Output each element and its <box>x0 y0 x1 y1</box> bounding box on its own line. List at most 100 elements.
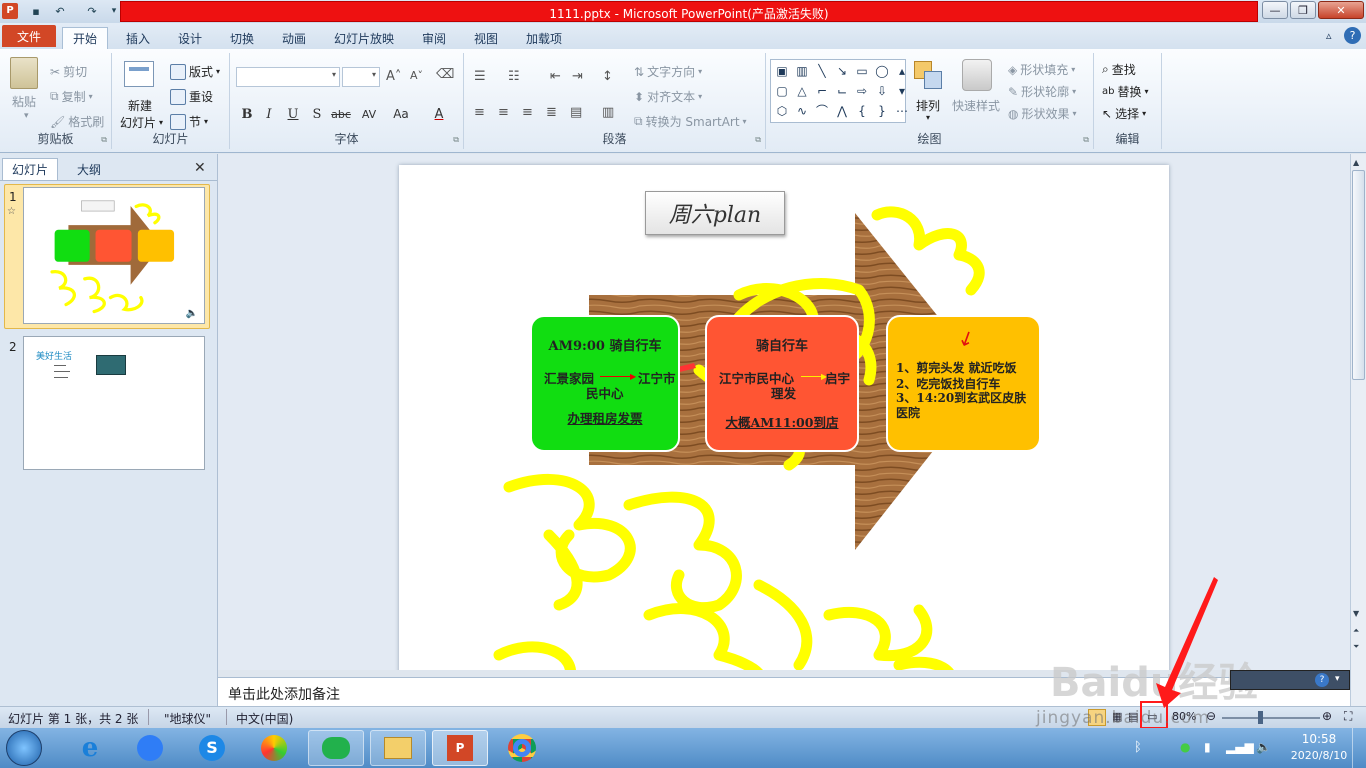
tab-view[interactable]: 视图 <box>462 27 510 49</box>
arrange-button[interactable]: 排列 <box>916 97 940 114</box>
bold-icon[interactable]: B <box>236 103 258 125</box>
dialog-launcher-icon[interactable]: ⧉ <box>1083 135 1089 145</box>
powerpoint-app-icon[interactable]: P <box>2 3 18 19</box>
format-painter-button[interactable]: 🖌 格式刷 <box>50 113 104 130</box>
box2-link[interactable]: 大概AM11:00到店 <box>707 412 857 431</box>
italic-icon[interactable]: I <box>258 103 280 125</box>
bullets-icon[interactable]: ☰ <box>474 69 486 84</box>
triangle-shape-icon[interactable]: △ <box>793 82 811 99</box>
previous-slide-icon[interactable]: ⏶ <box>1353 626 1359 636</box>
font-color-icon[interactable]: A <box>428 103 450 125</box>
paste-button[interactable]: 粘贴 <box>12 93 36 110</box>
down-arrow-shape-icon[interactable]: ⇩ <box>873 82 891 99</box>
new-slide-button[interactable]: 新建 <box>128 97 152 114</box>
oval-shape-icon[interactable]: ◯ <box>873 62 891 79</box>
decrease-indent-icon[interactable]: ⇤ <box>550 69 561 84</box>
undo-icon[interactable]: ↶ <box>52 3 68 19</box>
clock-time[interactable]: 10:58 <box>1294 732 1344 746</box>
tab-insert[interactable]: 插入 <box>114 27 162 49</box>
left-brace-shape-icon[interactable]: { <box>853 102 871 119</box>
slide-canvas[interactable]: 周六plan AM9:00 骑自行车 汇景家园 ▶ 江宁市 民中心 办理租房发票… <box>399 165 1169 670</box>
tab-home[interactable]: 开始 <box>62 27 108 49</box>
bluetooth-icon[interactable]: ᛒ <box>1134 740 1142 755</box>
taskbar-baidu-netdisk-icon[interactable] <box>122 730 178 766</box>
line-spacing-icon[interactable]: ↕ <box>602 69 613 84</box>
elbow-arrow-shape-icon[interactable]: ⌙ <box>833 82 851 99</box>
new-slide-icon[interactable] <box>124 61 154 87</box>
distributed-icon[interactable]: ▤ <box>570 105 582 120</box>
zoom-slider-thumb[interactable] <box>1258 711 1263 724</box>
network-icon[interactable]: ▂▄▆ <box>1226 740 1254 754</box>
box1-link[interactable]: 办理租房发票 <box>532 408 678 427</box>
align-left-icon[interactable]: ≡ <box>474 105 485 120</box>
smartart-button[interactable]: ⧉ 转换为 SmartArt ▾ <box>634 113 747 130</box>
clock-date[interactable]: 2020/8/10 <box>1288 749 1350 762</box>
volume-icon[interactable]: 🔈 <box>1256 740 1271 754</box>
arrow-line-shape-icon[interactable]: ↘ <box>833 62 851 79</box>
help-icon[interactable]: ? <box>1315 673 1329 687</box>
slide-title[interactable]: 周六plan <box>645 191 785 235</box>
align-right-icon[interactable]: ≡ <box>522 105 533 120</box>
chevron-down-icon[interactable]: ▾ <box>1335 674 1340 684</box>
textbox-shape-icon[interactable]: ▣ <box>773 62 791 79</box>
tab-outline-pane[interactable]: 大纲 <box>60 158 118 180</box>
text-direction-button[interactable]: ⇅ 文字方向 ▾ <box>634 63 702 80</box>
redo-icon[interactable]: ↷ <box>84 3 100 19</box>
right-brace-shape-icon[interactable]: } <box>873 102 891 119</box>
taskbar-powerpoint-icon[interactable]: P <box>432 730 488 766</box>
next-slide-icon[interactable]: ⏷ <box>1353 642 1359 652</box>
wechat-tray-icon[interactable]: ● <box>1180 740 1190 754</box>
gallery-up-icon[interactable]: ▴ <box>893 62 911 79</box>
copy-button[interactable]: ⧉ 复制 ▾ <box>50 88 93 105</box>
rounded-rect-shape-icon[interactable]: ▢ <box>773 82 791 99</box>
zoom-slider[interactable] <box>1222 717 1320 719</box>
reset-button[interactable]: 重设 <box>170 88 213 105</box>
shrink-font-icon[interactable]: A˅ <box>410 69 423 82</box>
ribbon-minimize-icon[interactable]: ▵ <box>1326 29 1332 42</box>
select-button[interactable]: ↖ 选择 ▾ <box>1102 105 1146 122</box>
line-shape-icon[interactable]: ╲ <box>813 62 831 79</box>
zoom-in-icon[interactable]: ⊕ <box>1322 709 1332 723</box>
layout-button[interactable]: 版式 ▾ <box>170 63 220 80</box>
scroll-down-icon[interactable]: ▼ <box>1353 609 1359 618</box>
replace-button[interactable]: ab 替换 ▾ <box>1102 83 1149 100</box>
freeform-shape-icon[interactable]: ⋀ <box>833 102 851 119</box>
tab-transitions[interactable]: 切换 <box>218 27 266 49</box>
help-icon[interactable]: ? <box>1344 27 1361 44</box>
rectangle-shape-icon[interactable]: ▭ <box>853 62 871 79</box>
shape-fill-button[interactable]: ◈ 形状填充 ▾ <box>1008 61 1075 78</box>
scroll-up-icon[interactable]: ▲ <box>1353 158 1359 167</box>
elbow-shape-icon[interactable]: ⌐ <box>813 82 831 99</box>
tab-animations[interactable]: 动画 <box>270 27 318 49</box>
taskbar-360-browser-icon[interactable] <box>246 730 302 766</box>
change-case-icon[interactable]: Aa <box>390 103 412 125</box>
paste-icon[interactable] <box>10 57 38 89</box>
arc-shape-icon[interactable]: ⌒ <box>813 102 831 119</box>
theme-name[interactable]: "地球仪" <box>164 710 211 727</box>
grow-font-icon[interactable]: A˄ <box>386 69 401 84</box>
tab-design[interactable]: 设计 <box>166 27 214 49</box>
close-pane-icon[interactable]: ✕ <box>194 160 206 176</box>
arrange-dropdown-icon[interactable]: ▾ <box>926 113 930 122</box>
slide-thumbnail-2[interactable]: 美好生活 <box>23 336 205 470</box>
increase-indent-icon[interactable]: ⇥ <box>572 69 583 84</box>
right-arrow-shape-icon[interactable]: ⇨ <box>853 82 871 99</box>
tab-file[interactable]: 文件 <box>2 25 56 47</box>
tab-slideshow[interactable]: 幻灯片放映 <box>322 27 406 49</box>
columns-icon[interactable]: ▥ <box>602 105 614 120</box>
paste-dropdown-icon[interactable]: ▾ <box>24 111 29 121</box>
clear-format-icon[interactable]: ⌫ <box>436 67 454 82</box>
numbering-icon[interactable]: ☷ <box>508 69 520 84</box>
shapes-gallery[interactable]: ▣ ▥ ╲ ↘ ▭ ◯ ▴ ▢ △ ⌐ ⌙ ⇨ ⇩ ▾ ⬡ ∿ ⌒ ⋀ { } … <box>770 59 908 123</box>
dialog-launcher-icon[interactable]: ⧉ <box>453 135 459 145</box>
taskbar-chrome-icon[interactable] <box>494 730 550 766</box>
device-tray-icon[interactable]: ▮ <box>1204 740 1211 754</box>
slide-thumbnail-1[interactable]: 🔈 <box>23 187 205 324</box>
justify-icon[interactable]: ≣ <box>546 105 557 120</box>
quick-styles-button[interactable]: 快速样式 <box>952 97 1000 114</box>
fit-to-window-icon[interactable]: ⛶ <box>1344 709 1352 724</box>
tab-review[interactable]: 审阅 <box>410 27 458 49</box>
shape-effects-button[interactable]: ◍ 形状效果 ▾ <box>1008 105 1077 122</box>
font-size-combo[interactable]: ▾ <box>342 67 380 87</box>
cut-button[interactable]: ✂ 剪切 <box>50 63 87 80</box>
